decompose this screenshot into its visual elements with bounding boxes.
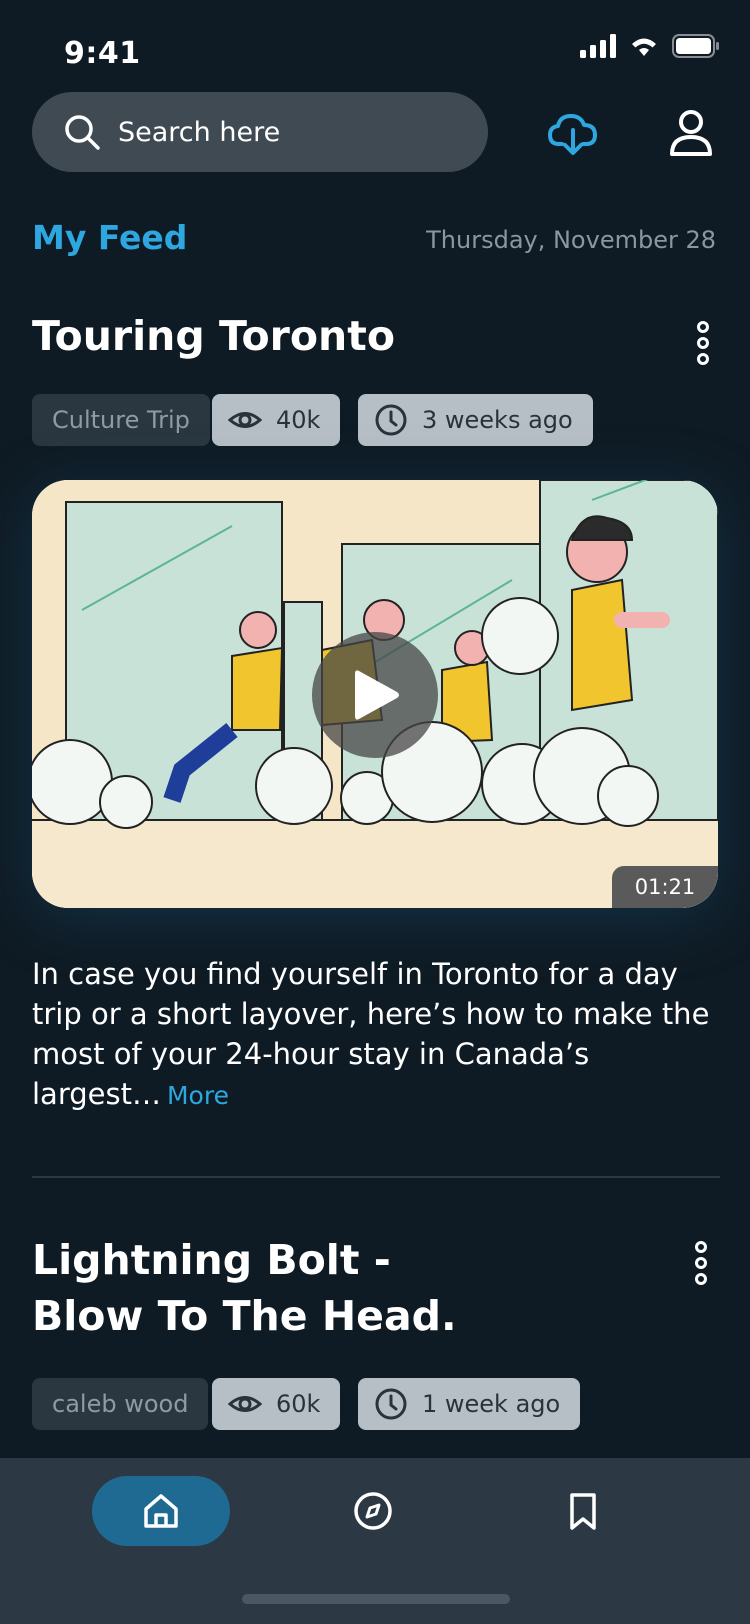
eye-icon [228,412,262,428]
time-badge: 3 weeks ago [358,394,593,446]
status-bar: 9:41 [0,0,750,100]
more-options-icon[interactable] [688,320,718,366]
search-bar[interactable]: Search here [32,92,488,172]
video-player[interactable]: 01:21 [32,480,718,908]
clock-icon [375,404,407,436]
post-description-text: In case you find yourself in Toronto for… [32,957,710,1111]
eye-icon [228,1396,262,1412]
category-tag-label: Culture Trip [52,406,190,434]
home-icon [144,1494,178,1528]
user-icon[interactable] [664,106,718,160]
nav-saved[interactable] [548,1476,618,1546]
more-options-icon[interactable] [686,1240,716,1286]
time-badge: 1 week ago [358,1378,581,1430]
play-icon [355,670,399,720]
status-time: 9:41 [64,36,141,71]
battery-icon [672,34,719,58]
home-indicator [242,1594,510,1604]
bookmark-icon [570,1493,596,1530]
more-link[interactable]: More [167,1081,229,1110]
time-ago: 1 week ago [422,1390,561,1418]
views-badge: 60k [212,1378,341,1430]
clock-icon [375,1388,407,1420]
post-title[interactable]: Touring Toronto [32,308,395,364]
search-icon [65,115,100,150]
post-title[interactable]: Lightning Bolt - Blow To The Head. [32,1232,502,1344]
views-count: 40k [276,406,321,434]
search-input[interactable]: Search here [118,117,280,148]
status-icons [580,34,720,58]
feed-date: Thursday, November 28 [426,226,716,254]
post-description: In case you find yourself in Toronto for… [32,954,722,1116]
time-ago: 3 weeks ago [422,406,573,434]
compass-icon [354,1492,392,1530]
signal-icon [580,34,616,58]
views-count: 60k [276,1390,321,1418]
feed-title: My Feed [32,218,188,257]
category-tag-label: caleb wood [52,1390,189,1418]
category-tag[interactable]: Culture Trip [32,394,210,446]
play-button[interactable] [312,632,438,758]
category-tag[interactable]: caleb wood [32,1378,209,1430]
nav-home[interactable] [92,1476,230,1546]
post-divider [32,1176,720,1178]
video-duration: 01:21 [612,866,718,908]
cloud-download-icon[interactable] [546,106,600,160]
nav-explore[interactable] [338,1476,408,1546]
views-badge: 40k [212,394,341,446]
wifi-icon [632,38,656,56]
